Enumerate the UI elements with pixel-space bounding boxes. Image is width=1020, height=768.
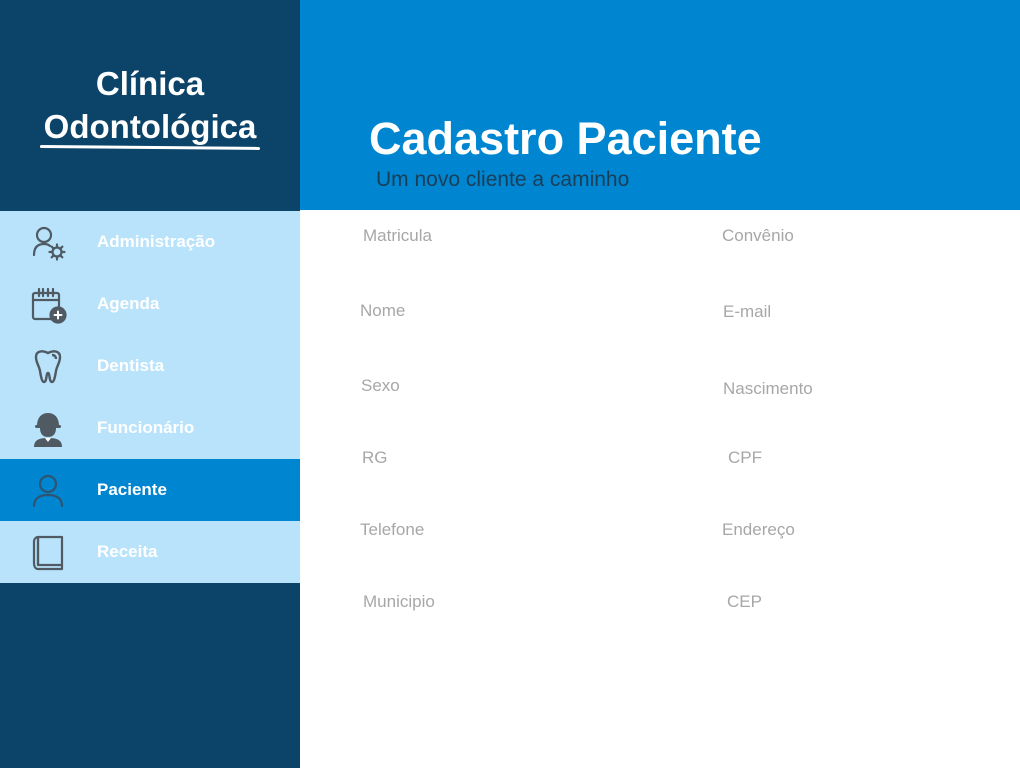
email-field-wrap [723, 297, 1003, 327]
telefone-field[interactable] [360, 515, 640, 545]
email-field[interactable] [723, 297, 1003, 327]
sidebar-item-label: Agenda [97, 294, 160, 313]
municipio-field-wrap [363, 587, 643, 617]
nome-field-wrap [360, 296, 640, 326]
cep-field[interactable] [727, 587, 1007, 617]
sidebar-menu: Administração Agenda Dentista Funcionári… [0, 211, 300, 583]
endereco-field-wrap [722, 515, 1002, 545]
brand-title: Clínica Odontológica [0, 62, 300, 148]
sidebar-item-receita[interactable]: Receita [0, 521, 300, 583]
convenio-field[interactable] [722, 221, 1002, 251]
brand-title-line1: Clínica [95, 65, 205, 102]
matricula-field-wrap [363, 221, 643, 251]
sidebar-item-dentista[interactable]: Dentista [0, 335, 300, 397]
sidebar-item-label: Dentista [97, 356, 165, 375]
sidebar-item-label: Administração [97, 232, 216, 251]
book-icon [28, 533, 68, 573]
page-title: Cadastro Paciente [369, 113, 762, 164]
tooth-icon [28, 347, 68, 387]
endereco-field[interactable] [722, 515, 1002, 545]
sidebar-item-agenda[interactable]: Agenda [0, 273, 300, 335]
employee-icon [28, 409, 68, 449]
rg-field-wrap [362, 443, 642, 473]
telefone-field-wrap [360, 515, 640, 545]
sidebar: Clínica Odontológica Administração Agend… [0, 0, 300, 768]
rg-field[interactable] [362, 443, 642, 473]
sidebar-item-administracao[interactable]: Administração [0, 211, 300, 273]
admin-user-gear-icon [28, 223, 68, 263]
cep-field-wrap [727, 587, 1007, 617]
brand: Clínica Odontológica [0, 0, 300, 211]
nome-field[interactable] [360, 296, 640, 326]
cpf-field-wrap [728, 443, 1008, 473]
cpf-field[interactable] [728, 443, 1008, 473]
sidebar-item-paciente[interactable]: Paciente [0, 459, 300, 521]
page-header: Cadastro Paciente Um novo cliente a cami… [300, 0, 1020, 210]
nascimento-field[interactable] [723, 374, 1003, 404]
municipio-field[interactable] [363, 587, 643, 617]
user-icon [28, 471, 68, 511]
sidebar-item-label: Funcionário [97, 418, 195, 437]
brand-title-line2: Odontológica [43, 108, 257, 145]
page-subtitle: Um novo cliente a caminho [376, 168, 630, 191]
convenio-field-wrap [722, 221, 1002, 251]
sexo-field-wrap [361, 371, 641, 401]
sexo-field[interactable] [361, 371, 641, 401]
brand-underline [39, 145, 261, 150]
sidebar-item-funcionario[interactable]: Funcionário [0, 397, 300, 459]
nascimento-field-wrap [723, 374, 1003, 404]
calendar-add-icon [28, 285, 68, 325]
matricula-field[interactable] [363, 221, 643, 251]
sidebar-item-label: Receita [97, 542, 158, 561]
sidebar-item-label: Paciente [97, 480, 167, 499]
